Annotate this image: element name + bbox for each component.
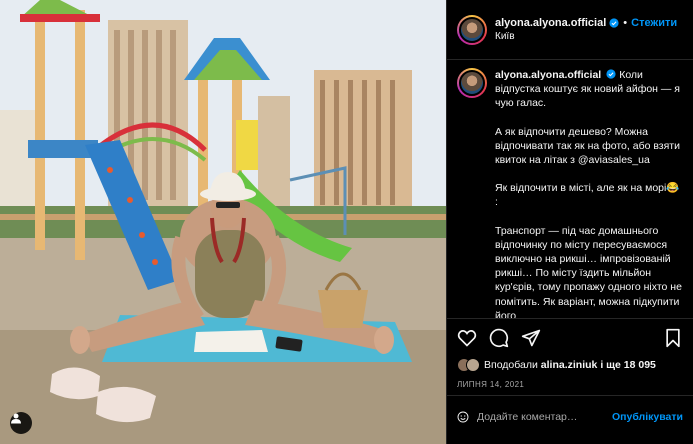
- follow-button[interactable]: Стежити: [631, 17, 677, 29]
- username-link[interactable]: alyona.alyona.official: [495, 17, 606, 29]
- caption-paragraph-4: Транспорт — під час домашнього відпочинк…: [495, 224, 682, 319]
- caption-username-link[interactable]: alyona.alyona.official: [495, 69, 601, 81]
- share-button[interactable]: [520, 327, 542, 349]
- post-details-panel: alyona.alyona.official • Стежити Київ al…: [446, 0, 693, 444]
- comment-button[interactable]: [488, 327, 510, 349]
- caption-paragraph: alyona.alyona.official Коли відпустка кош…: [495, 68, 683, 111]
- caption-text: alyona.alyona.official Коли відпустка кош…: [495, 68, 683, 319]
- verified-badge-icon: [606, 69, 616, 79]
- publish-button[interactable]: Опублікувати: [612, 411, 683, 423]
- post-photo-illustration: [0, 0, 446, 444]
- location-link[interactable]: Київ: [495, 31, 683, 42]
- user-tag-icon: [11, 413, 21, 424]
- post-photo[interactable]: [0, 0, 446, 444]
- liker-avatar: [466, 358, 480, 372]
- liker-avatars[interactable]: [457, 358, 480, 372]
- caption-section: alyona.alyona.official Коли відпустка кош…: [447, 60, 693, 319]
- action-bar: [447, 319, 693, 356]
- caption-avatar[interactable]: [457, 68, 487, 98]
- smiley-icon[interactable]: [457, 407, 469, 427]
- liker-username-link[interactable]: alina.ziniuk: [541, 359, 598, 371]
- bookmark-icon: [666, 328, 680, 347]
- comment-icon: [489, 328, 509, 347]
- likes-prefix: Вподобали: [484, 359, 538, 371]
- separator-dot: •: [623, 17, 628, 29]
- post-date[interactable]: ЛИПНЯ 14, 2021: [447, 374, 693, 396]
- likes-count-link[interactable]: і ще 18 095: [600, 359, 656, 371]
- post-header: alyona.alyona.official • Стежити Київ: [447, 0, 693, 60]
- save-button[interactable]: [662, 327, 684, 349]
- caption-paragraph-2: А як відпочити дешево? Можна відпочивати…: [495, 125, 680, 167]
- likes-row: Вподобали alina.ziniuk і ще 18 095: [447, 356, 693, 374]
- verified-badge-icon: [609, 18, 619, 28]
- caption-paragraph-3: Як відпочити в місті, але як на морі😂 :: [495, 182, 680, 209]
- avatar[interactable]: [457, 14, 487, 45]
- comment-input[interactable]: [476, 411, 612, 423]
- comment-bar: Опублікувати: [447, 396, 693, 438]
- like-button[interactable]: [456, 327, 478, 349]
- user-tags-button[interactable]: [10, 412, 32, 434]
- heart-icon: [457, 329, 477, 347]
- share-icon: [521, 329, 541, 346]
